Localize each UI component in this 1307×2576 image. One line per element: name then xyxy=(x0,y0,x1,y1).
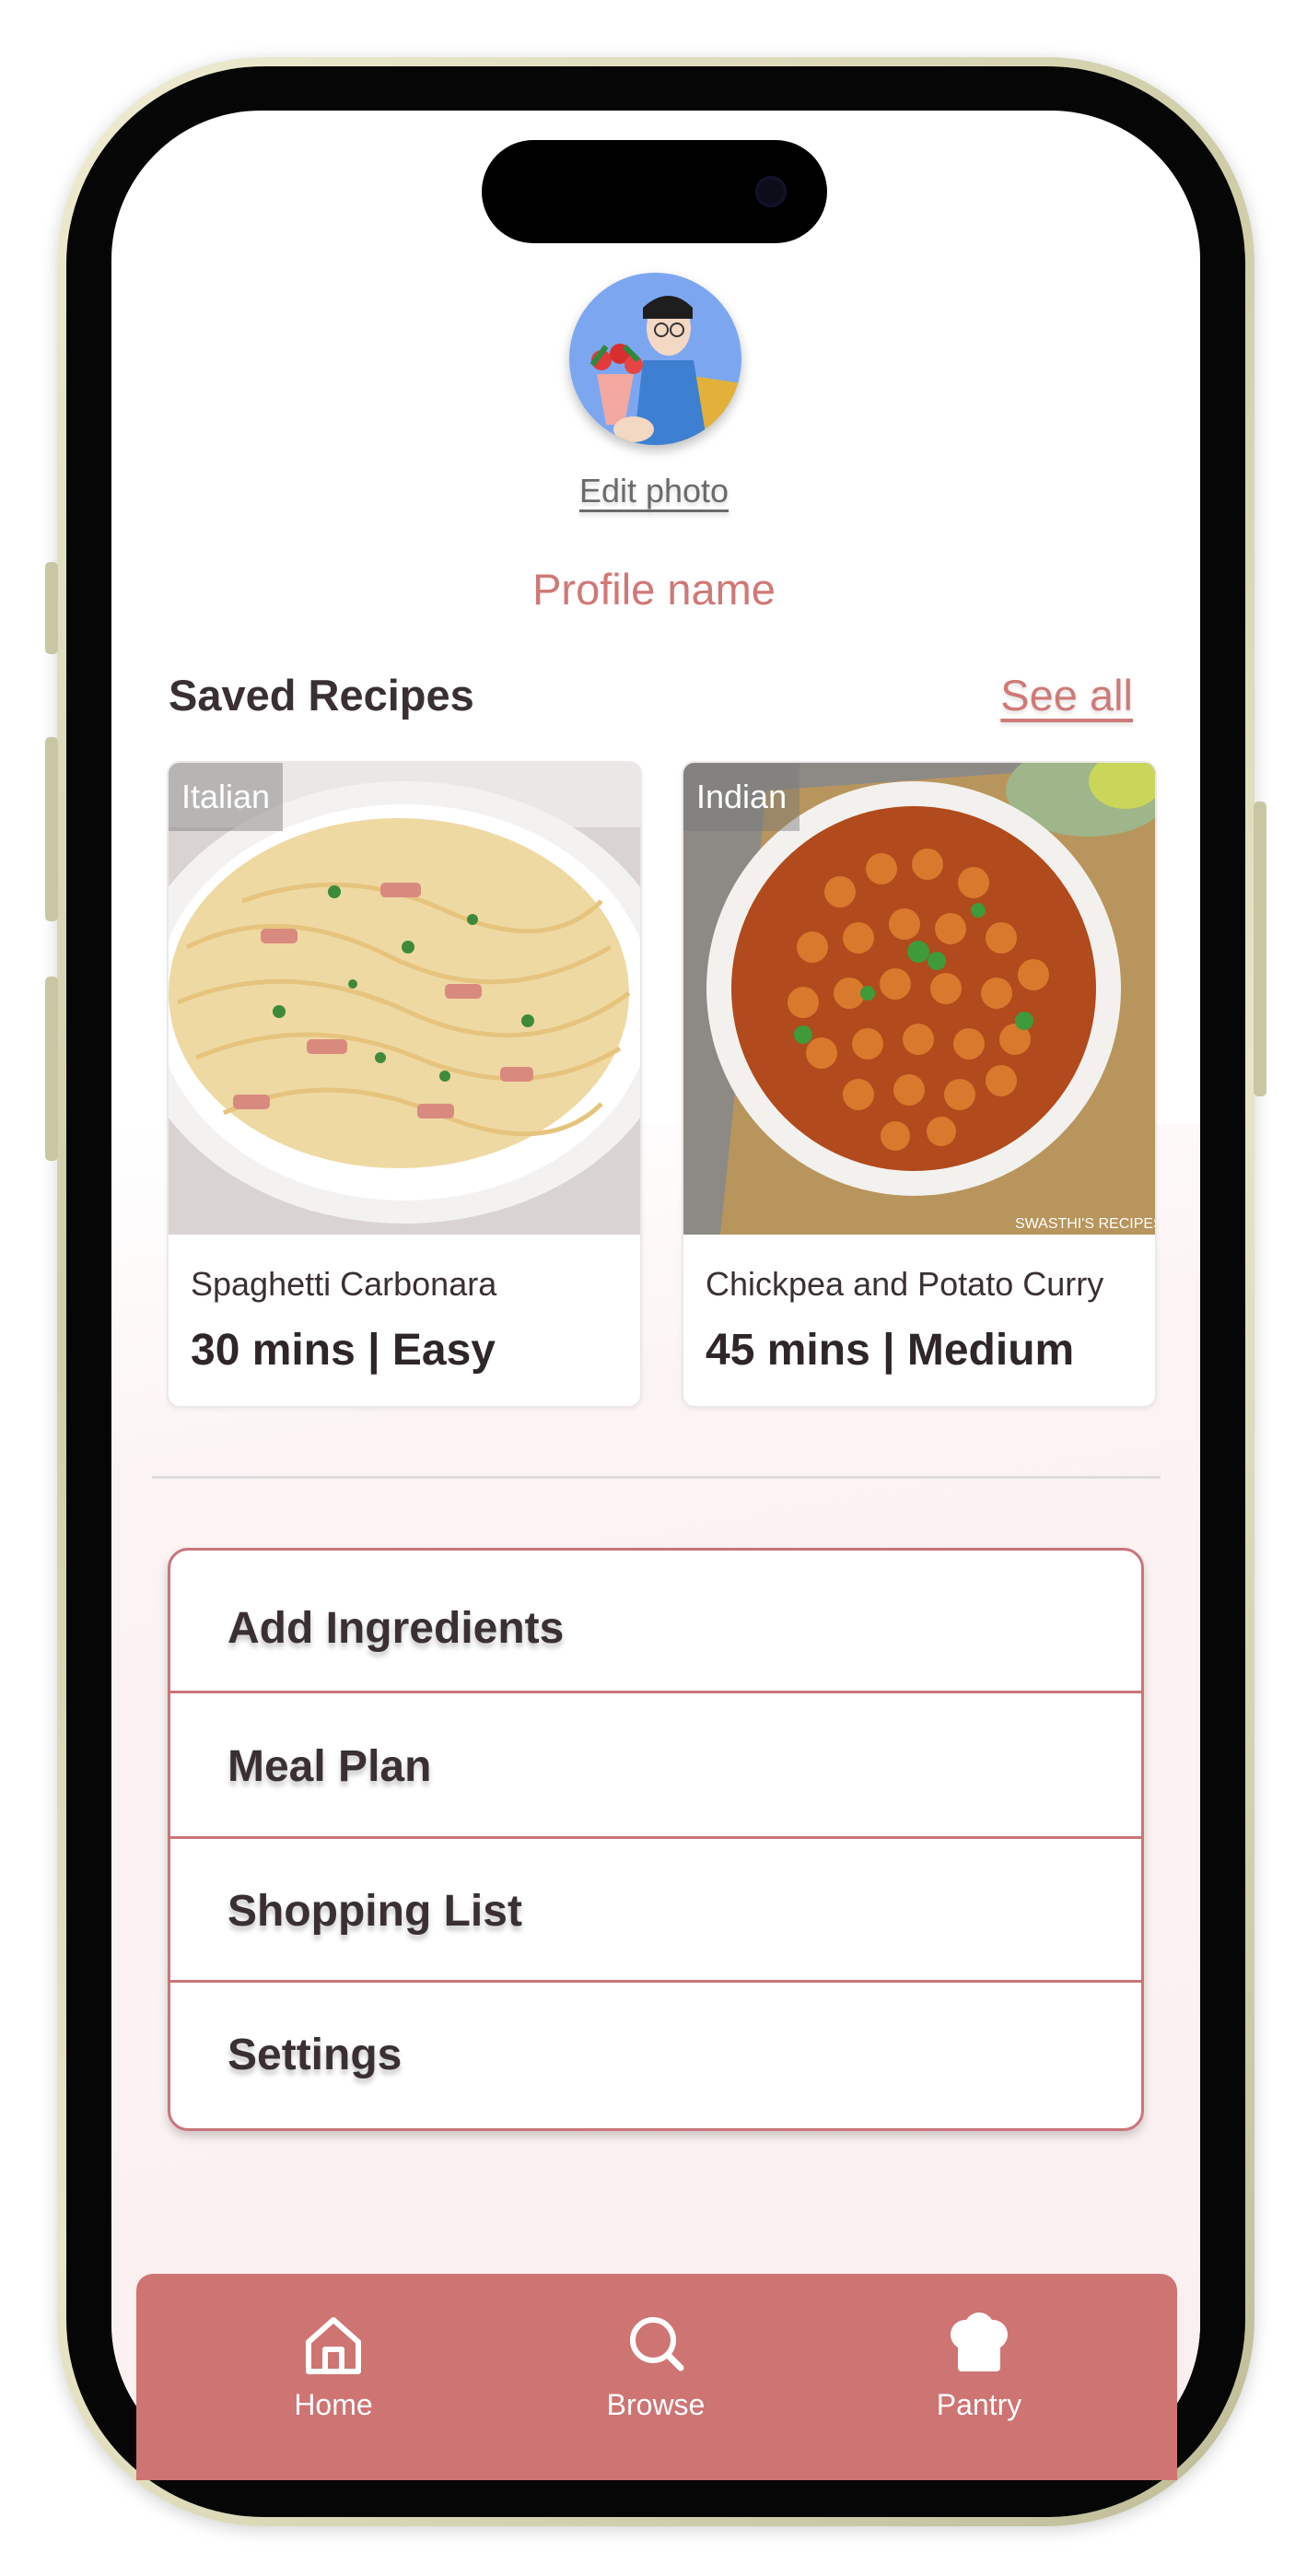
edit-photo-link[interactable]: Edit photo xyxy=(553,472,755,510)
menu-item-settings[interactable]: Settings xyxy=(170,1983,1141,2125)
saved-recipes-title: Saved Recipes xyxy=(169,671,474,720)
cuisine-tag: Indian xyxy=(683,763,800,831)
recipe-card[interactable]: Italian Spaghetti Carbonara 30 mins | Ea… xyxy=(167,761,642,1408)
profile-name: Profile name xyxy=(532,565,776,614)
recipe-image-carbonara xyxy=(169,763,640,1235)
recipe-name: Chickpea and Potato Curry xyxy=(706,1265,1104,1303)
tab-pantry-label: Pantry xyxy=(936,2388,1022,2421)
profile-avatar[interactable] xyxy=(569,273,741,445)
tab-pantry[interactable]: Pantry xyxy=(887,2274,1071,2458)
section-divider xyxy=(152,1476,1161,1479)
recipe-image-chickpea-curry: SWASTHI'S RECIPES xyxy=(683,763,1155,1235)
chef-hat-icon xyxy=(951,2313,1008,2371)
see-all-link[interactable]: See all xyxy=(986,670,1133,720)
tab-home-label: Home xyxy=(294,2388,373,2421)
volume-up-button xyxy=(45,737,58,921)
recipe-card[interactable]: SWASTHI'S RECIPES Indian Chickpea and Po… xyxy=(682,761,1157,1408)
tab-browse[interactable]: Browse xyxy=(564,2274,748,2458)
tab-home[interactable]: Home xyxy=(241,2274,426,2458)
power-button xyxy=(1254,802,1266,1096)
menu-item-shopping-list[interactable]: Shopping List xyxy=(170,1839,1141,1981)
avatar-illustration xyxy=(569,273,741,445)
svg-text:SWASTHI'S RECIPES: SWASTHI'S RECIPES xyxy=(1015,1216,1155,1232)
action-button xyxy=(45,562,58,654)
search-icon xyxy=(630,2317,684,2371)
bottom-tab-bar: Home Browse Pantry xyxy=(136,2274,1177,2480)
menu-item-meal-plan[interactable]: Meal Plan xyxy=(170,1693,1141,1835)
front-camera xyxy=(755,176,787,207)
cuisine-tag: Italian xyxy=(169,763,284,831)
home-icon xyxy=(306,2317,361,2374)
tab-browse-label: Browse xyxy=(606,2388,706,2421)
recipe-meta: 45 mins | Medium xyxy=(706,1326,1075,1375)
volume-down-button xyxy=(45,977,58,1161)
profile-menu: Add Ingredients Meal Plan Shopping List … xyxy=(168,1548,1144,2131)
recipe-name: Spaghetti Carbonara xyxy=(191,1265,497,1303)
menu-item-add-ingredients[interactable]: Add Ingredients xyxy=(170,1551,1141,1692)
recipe-meta: 30 mins | Easy xyxy=(191,1326,496,1375)
